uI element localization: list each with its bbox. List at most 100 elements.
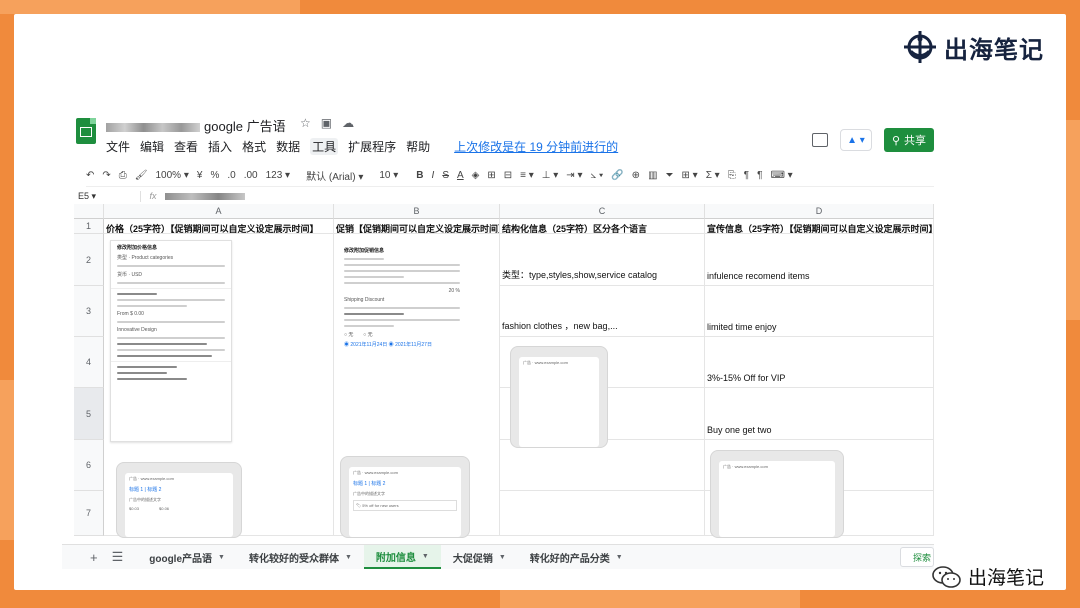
ltr-icon[interactable]: ¶ <box>744 170 749 181</box>
cell-d2[interactable]: infulence recomend items <box>705 234 934 286</box>
name-box[interactable]: E5 ▾ <box>74 190 141 202</box>
structured-snippet-preview: 广告 · www.example.com <box>510 346 608 448</box>
row-header-5[interactable]: 5 <box>74 388 104 440</box>
insert-chart-icon[interactable]: ▥ <box>648 170 657 181</box>
row-header-4[interactable]: 4 <box>74 337 104 388</box>
price-extension-screenshot: 修改附加价格信息 类型 · Product categories 货币 · US… <box>110 240 232 442</box>
shot-a-type-label: 类型 · Product categories <box>117 255 174 261</box>
present-button[interactable]: ▲ ▾ <box>839 129 872 151</box>
fill-color-icon[interactable]: ◈ <box>472 170 480 181</box>
row-header-6[interactable]: 6 <box>74 440 104 491</box>
bold-button[interactable]: B <box>416 170 423 181</box>
percent-button[interactable]: % <box>210 170 219 181</box>
filter-views-icon[interactable]: ⊞ ▾ <box>682 170 698 181</box>
print-icon[interactable]: ⎙ <box>119 170 127 181</box>
rtl-icon[interactable]: ¶ <box>757 170 762 181</box>
merge-cells-icon[interactable]: ⊟ <box>504 170 512 181</box>
paint-format-icon[interactable]: 🖌 <box>135 170 148 181</box>
borders-icon[interactable]: ⊞ <box>487 170 495 181</box>
cell-a1[interactable]: 价格（25字符）【促销期间可以自定义设定展示时间】 <box>104 219 334 234</box>
input-tools-icon[interactable]: ⎘ <box>728 170 736 181</box>
last-edit-link[interactable]: 上次修改是在 19 分钟前进行的 <box>454 138 618 155</box>
menu-edit[interactable]: 编辑 <box>140 138 164 155</box>
cell-c7[interactable] <box>500 491 705 536</box>
cell-c3[interactable]: fashion clothes ，new bag,... <box>500 286 705 337</box>
cell-c1[interactable]: 结构化信息（25字符）区分各个语言 <box>500 219 705 234</box>
chevron-down-icon: ▼ <box>344 553 352 561</box>
share-button[interactable]: ⚲ 共享 <box>883 128 934 152</box>
menu-format[interactable]: 格式 <box>242 138 266 155</box>
insert-comment-icon[interactable]: ⊕ <box>632 170 640 181</box>
promotion-extension-screenshot: 修改附加促销信息 20 % Shipping Discount ○ 无 ○ 无 … <box>338 244 466 440</box>
cell-d1[interactable]: 宣传信息（25字符）【促销期间可以自定义设定展示时间】 <box>705 219 934 234</box>
italic-button[interactable]: I <box>432 170 435 181</box>
text-wrap-icon[interactable]: ⇥ ▾ <box>566 170 582 181</box>
redo-icon[interactable]: ↷ <box>102 170 110 181</box>
decrease-decimal-button[interactable]: .0 <box>227 170 235 181</box>
all-sheets-icon[interactable]: ☰ <box>112 549 124 565</box>
menu-view[interactable]: 查看 <box>174 138 198 155</box>
tab-product-category[interactable]: 转化好的产品分类 ▼ <box>518 545 635 569</box>
formula-value-redacted[interactable] <box>165 192 245 200</box>
shot-a-currency-label: 货币 · USD <box>117 272 143 278</box>
undo-icon[interactable]: ↶ <box>86 170 94 181</box>
column-header-c[interactable]: C <box>500 204 705 219</box>
add-sheet-icon[interactable]: + <box>90 550 98 565</box>
corner-cell[interactable] <box>74 204 104 219</box>
tab-extensions[interactable]: 附加信息 ▼ <box>363 545 441 569</box>
ad-offer: 🏷 5% off for new users <box>353 500 457 511</box>
tab-google-product[interactable]: google产品语 ▼ <box>137 545 237 569</box>
column-header-b[interactable]: B <box>334 204 500 219</box>
row-header-1[interactable]: 1 <box>74 219 104 234</box>
increase-decimal-button[interactable]: .00 <box>244 170 258 181</box>
text-color-button[interactable]: A <box>457 170 464 181</box>
row-header-7[interactable]: 7 <box>74 491 104 536</box>
align-vertical-icon[interactable]: ⊥ ▾ <box>542 170 559 181</box>
menu-tools[interactable]: 工具 <box>310 138 339 155</box>
comment-history-icon[interactable] <box>811 133 828 147</box>
column-header-a[interactable]: A <box>104 204 334 219</box>
doc-title[interactable]: google 广告语 <box>106 116 286 135</box>
zoom-select[interactable]: 100% ▾ <box>155 170 188 181</box>
toolbar: ↶ ↷ ⎙ 🖌 100% ▾ ¥ % .0 .00 123 ▾ 默认 (Aria… <box>86 164 934 187</box>
strikethrough-button[interactable]: S <box>442 170 449 181</box>
cloud-status-icon[interactable]: ☁ <box>342 116 354 130</box>
chevron-down-icon: ▼ <box>421 552 429 560</box>
cell-b1[interactable]: 促销【促销期间可以自定义设定展示时间】 <box>334 219 500 234</box>
move-folder-icon[interactable]: ▣ <box>321 116 332 130</box>
text-rotate-icon[interactable]: ⦣ ▾ <box>590 170 603 181</box>
more-formats-select[interactable]: 123 ▾ <box>266 170 291 181</box>
tab-audience[interactable]: 转化较好的受众群体 ▼ <box>237 545 364 569</box>
watermark-text: 出海笔记 <box>967 567 1044 589</box>
functions-icon[interactable]: Σ ▾ <box>706 170 720 181</box>
cell-c2[interactable]: 类型：type,styles,show,service catalog <box>500 234 705 286</box>
align-horizontal-icon[interactable]: ≡ ▾ <box>520 170 534 181</box>
promotion-ad-preview: 广告 · www.example.com 标题 1 | 标题 2 广告中的描述文… <box>340 456 470 538</box>
spreadsheet-window: google 广告语 ☆ ▣ ☁ 文件 编辑 查看 插入 格式 数据 工具 扩展… <box>62 108 934 569</box>
menu-insert[interactable]: 插入 <box>208 138 232 155</box>
menu-extensions[interactable]: 扩展程序 <box>348 138 396 155</box>
menu-file[interactable]: 文件 <box>106 138 130 155</box>
currency-button[interactable]: ¥ <box>197 170 203 181</box>
explore-button[interactable]: 探索 <box>900 547 934 567</box>
cell-d4[interactable]: 3%-15% Off for VIP <box>705 337 934 388</box>
column-header-d[interactable]: D <box>705 204 934 219</box>
star-icon[interactable]: ☆ <box>300 116 311 130</box>
price-ad-preview: 广告 · www.example.com 标题 1 | 标题 2 广告中的描述文… <box>116 462 242 538</box>
shot-a-title: 修改附加价格信息 <box>117 245 158 251</box>
menu-data[interactable]: 数据 <box>276 138 300 155</box>
shot-b-dates: ◉ 2021年11月24日 ◉ 2021年11月27日 <box>344 342 432 348</box>
tab-big-promo[interactable]: 大促促销 ▼ <box>441 545 518 569</box>
more-tools-icon[interactable]: ⌨ ▾ <box>770 170 792 181</box>
insert-link-icon[interactable]: 🔗 <box>611 170 623 181</box>
font-select[interactable]: 默认 (Arial) ▾ <box>306 168 363 183</box>
menu-help[interactable]: 帮助 <box>406 138 430 155</box>
brand-title: 出海笔记 <box>944 34 1044 64</box>
filter-icon[interactable]: ⏷ <box>666 170 674 181</box>
cell-d5[interactable]: Buy one get two <box>705 388 934 440</box>
row-header-2[interactable]: 2 <box>74 234 104 286</box>
font-size-select[interactable]: 10 ▾ <box>379 170 398 181</box>
row-header-3[interactable]: 3 <box>74 286 104 337</box>
cell-d3[interactable]: limited time enjoy <box>705 286 934 337</box>
sheets-logo-icon[interactable] <box>76 118 96 144</box>
